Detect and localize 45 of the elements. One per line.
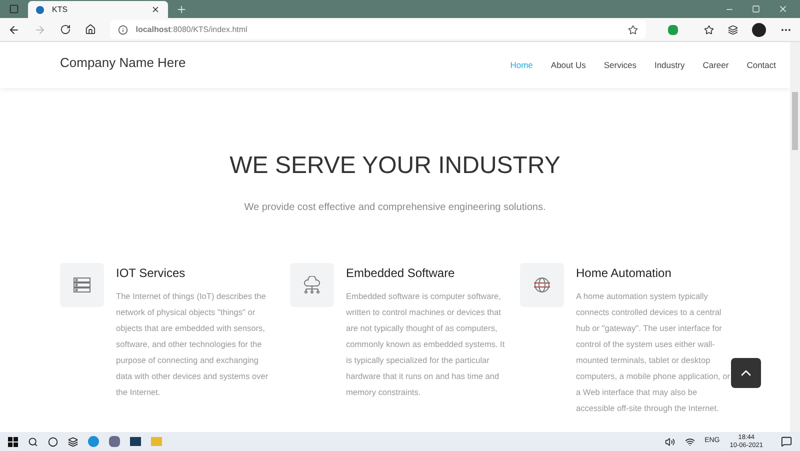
hero-subtitle: We provide cost effective and comprehensive engineering solutions. (243, 201, 547, 215)
reload-icon[interactable] (60, 24, 71, 35)
nav-link[interactable]: Contact (746, 58, 776, 72)
nav-link[interactable]: Career (702, 58, 729, 72)
notifications-icon[interactable] (781, 436, 792, 447)
address-bar[interactable]: localhost:8080/KTS/index.html (110, 20, 646, 39)
service-description: The Internet of things (IoT) describes the network of physical objects "things" or objects that are embedded with sensors, software, and other technologies for the purpose of connecting and exchanging data with other devices and systems over the Internet. (116, 290, 270, 399)
tab-actions-icon[interactable] (9, 4, 19, 14)
service-title: Embedded Software (346, 265, 456, 282)
close-window-icon[interactable] (778, 4, 788, 14)
browser-app-icon[interactable] (88, 436, 99, 447)
search-icon[interactable] (28, 436, 38, 446)
new-tab-icon[interactable] (176, 4, 187, 15)
collections-icon[interactable] (728, 24, 738, 34)
back-icon[interactable] (8, 24, 20, 36)
nav-link[interactable]: Services (604, 58, 636, 72)
service-title: IOT Services (116, 265, 186, 282)
volume-icon[interactable] (664, 436, 675, 446)
favorite-icon[interactable] (628, 24, 638, 34)
server-icon (73, 277, 91, 293)
service-description: Embedded software is computer software, written to control machines or devices that are not typically thought of as computers, commonly known as embedded systems. It is typically specialized for the particular hardware that it runs on and has time and memory constraints. (346, 290, 506, 399)
app-icon[interactable] (109, 436, 120, 447)
home-icon[interactable] (84, 24, 96, 35)
nav-link[interactable]: Industry (654, 58, 685, 72)
globe-icon (532, 277, 552, 293)
service-title: Home Automation (576, 265, 672, 282)
avatar[interactable] (752, 22, 766, 36)
favorites-icon[interactable] (704, 24, 714, 34)
hero-title: WE SERVE YOUR INDUSTRY (228, 151, 562, 181)
extension-icon[interactable] (668, 24, 678, 34)
brand-name[interactable]: Company Name Here (60, 53, 186, 73)
cortana-icon[interactable] (48, 436, 58, 446)
back-to-top-button[interactable] (731, 358, 761, 388)
service-description: A home automation system typically connects controlled devices to a central hub or "gateway". The user interface for control of the system uses either wall-mounted terminals, tablet or desktop computers, a mobile phone application, or a Web interface that may also be accessible off-site through the Internet. (576, 290, 732, 415)
browser-tab[interactable]: KTS (28, 1, 168, 18)
url-text: localhost:8080/KTS/index.html (136, 24, 248, 36)
cloud-network-icon (302, 276, 322, 294)
close-icon[interactable] (151, 5, 160, 14)
wifi-icon[interactable] (684, 436, 695, 446)
nav-link[interactable]: About Us (550, 58, 586, 72)
scrollbar-thumb[interactable] (792, 92, 798, 150)
info-icon (118, 24, 128, 34)
windows-start-icon[interactable] (8, 436, 18, 446)
task-view-icon[interactable] (68, 436, 78, 446)
restore-icon[interactable] (752, 5, 760, 13)
